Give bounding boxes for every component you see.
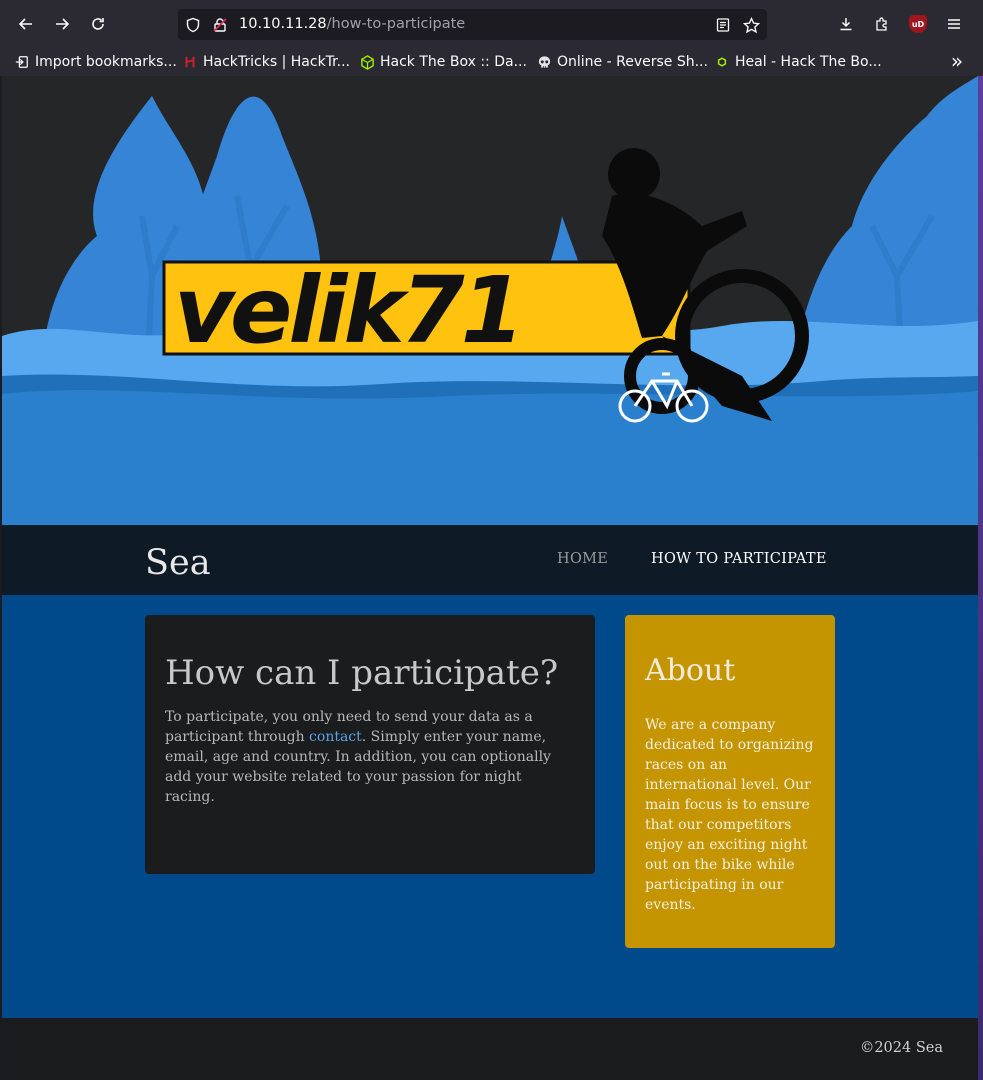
bookmark-hackthebox[interactable]: Hack The Box :: Da... — [359, 51, 527, 73]
nav-home-link[interactable]: HOME — [557, 551, 608, 567]
url-text[interactable]: 10.10.11.28/how-to-participate — [239, 16, 465, 32]
htb-cube-icon — [359, 54, 375, 70]
reload-icon[interactable] — [84, 10, 112, 38]
nav-how-to-participate-link[interactable]: HOW TO PARTICIPATE — [651, 551, 827, 567]
bookmark-star-icon[interactable] — [741, 15, 761, 35]
cyclist-silhouette — [602, 148, 809, 421]
import-icon — [14, 54, 30, 70]
shield-icon[interactable] — [183, 15, 203, 35]
copyright-text: ©2024 Sea — [859, 1040, 943, 1056]
bookmark-reverse-shell[interactable]: Online - Reverse Sh... — [536, 51, 708, 73]
url-bar[interactable]: 10.10.11.28/how-to-participate — [178, 9, 767, 40]
participate-text: To participate, you only need to send yo… — [165, 709, 551, 805]
contact-link[interactable]: contact — [309, 729, 362, 745]
about-title: About — [645, 653, 736, 688]
site-footer: ©2024 Sea — [2, 1018, 978, 1080]
reader-view-icon[interactable] — [713, 15, 733, 35]
forward-icon[interactable] — [48, 10, 76, 38]
desktop-edge — [978, 76, 983, 1080]
insecure-lock-icon[interactable] — [210, 15, 230, 35]
bookmark-heal[interactable]: Heal - Hack The Bo... — [714, 51, 882, 73]
site-navbar: Sea HOME HOW TO PARTICIPATE — [2, 525, 978, 595]
site-brand[interactable]: Sea — [145, 543, 211, 583]
banner-illustration: velik71 — [2, 76, 978, 525]
participate-title: How can I participate? — [165, 653, 559, 693]
skull-icon — [536, 54, 552, 70]
bookmarks-bar: Import bookmarks... HackTricks | HackTr.… — [0, 48, 983, 76]
back-icon[interactable] — [12, 10, 40, 38]
logo-text: velik71 — [174, 257, 521, 364]
bookmarks-overflow-icon[interactable]: » — [946, 49, 968, 73]
downloads-icon[interactable] — [832, 10, 860, 38]
browser-toolbar: 10.10.11.28/how-to-participate uD — [0, 0, 983, 48]
extensions-icon[interactable] — [868, 10, 896, 38]
bookmark-import[interactable]: Import bookmarks... — [14, 51, 177, 73]
hacktricks-icon — [182, 54, 198, 70]
menu-icon[interactable] — [940, 10, 968, 38]
htb-small-icon — [714, 54, 730, 70]
web-page: velik71 Sea HOME HOW TO PARTICIPATE How … — [2, 76, 978, 1080]
participate-card: How can I participate? To participate, y… — [145, 615, 595, 874]
about-text: We are a company dedicated to organizing… — [645, 717, 814, 913]
ublock-origin-icon[interactable]: uD — [909, 15, 927, 33]
about-card: About We are a company dedicated to orga… — [625, 615, 835, 948]
bookmark-hacktricks[interactable]: HackTricks | HackTr... — [182, 51, 350, 73]
header-banner: velik71 — [2, 76, 978, 525]
